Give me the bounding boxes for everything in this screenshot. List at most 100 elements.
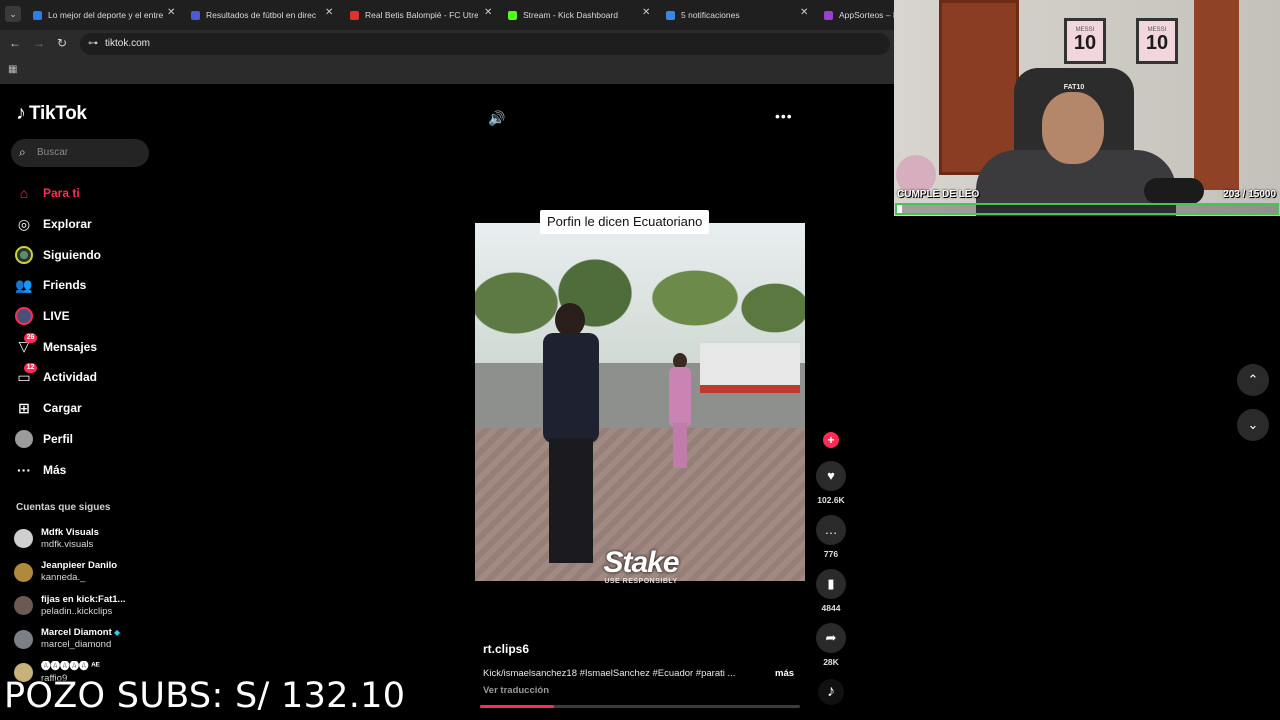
bookmarks-bar: ▦	[0, 58, 894, 84]
tab-title: Stream - Kick Dashboard	[523, 10, 618, 20]
sidebar-item-para-ti[interactable]: ⌂ Para ti	[14, 178, 154, 209]
sidebar-item-label: Actividad	[43, 370, 98, 385]
tab-title: Lo mejor del deporte y el entre	[48, 10, 163, 20]
activity-icon: ▭ 12	[14, 363, 37, 386]
account-name: Jeanpieer Danilo	[41, 560, 118, 572]
save-action: ▮ 4844	[815, 569, 847, 613]
video-truck	[700, 343, 800, 393]
messages-icon: ▽ 26	[14, 332, 37, 356]
search-input[interactable]: ⌕ Buscar	[11, 139, 149, 167]
following-section-title: Cuentas que sigues	[16, 502, 111, 513]
search-placeholder: Buscar	[37, 147, 69, 158]
follow-plus-button[interactable]: +	[823, 432, 839, 448]
sidebar-item-cargar[interactable]: ⊞ Cargar	[14, 393, 154, 424]
avatar	[14, 562, 33, 582]
video-description: Kick/ismaelsanchez18 #IsmaelSanchez #Ecu…	[483, 668, 736, 679]
browser-tab[interactable]: Resultados de fútbol en directo	[191, 4, 316, 26]
account-name: Mdfk Visuals	[41, 526, 99, 538]
more-link[interactable]: más	[775, 668, 794, 679]
pozo-subs-overlay: POZO SUBS: S/ 132.10	[4, 676, 406, 716]
webcam-door-right	[1194, 0, 1239, 190]
sidebar-item-actividad[interactable]: ▭ 12 Actividad	[14, 362, 154, 393]
following-account[interactable]: fijas en kick:Fat1... peladin..kickclips	[14, 589, 154, 623]
sidebar-item-más[interactable]: ··· Más	[14, 454, 154, 485]
browser-tab[interactable]: Lo mejor del deporte y el entre	[33, 4, 163, 26]
jersey-frame-right: MESSI 10	[1136, 18, 1178, 64]
forward-arrow-icon[interactable]: →	[33, 36, 45, 50]
tab-close-icon[interactable]: ✕	[325, 7, 333, 18]
bookmark-icon[interactable]: ▮	[816, 569, 846, 599]
compass-icon: ◎	[17, 215, 31, 232]
profile-avatar-icon	[14, 429, 34, 448]
sidebar-item-label: Para ti	[43, 186, 80, 201]
goal-label: CUMPLE DE LEO	[897, 189, 980, 200]
sound-disc-icon[interactable]: ♪	[818, 679, 844, 705]
goal-progress-bar	[895, 203, 1279, 215]
microphone	[1144, 178, 1204, 204]
comment-icon[interactable]: …	[816, 515, 846, 545]
apps-grid-icon[interactable]: ▦	[8, 64, 17, 75]
tiktok-logo[interactable]: ♪ TikTok	[16, 102, 87, 125]
share-action: ➦ 28K	[815, 623, 847, 667]
sidebar-item-perfil[interactable]: Perfil	[14, 424, 154, 455]
browser-tab[interactable]: Real Betis Balompié - FC Utrech	[350, 4, 478, 26]
notification-badge: 12	[24, 363, 37, 374]
sidebar-item-mensajes[interactable]: ▽ 26 Mensajes	[14, 331, 154, 362]
home-icon: ⌂	[19, 185, 29, 202]
tab-close-icon[interactable]: ✕	[167, 7, 175, 18]
sidebar-item-label: Cargar	[43, 401, 82, 416]
browser-tab[interactable]: 5 notificaciones	[666, 4, 794, 26]
sidebar-item-siguiendo[interactable]: Siguiendo	[14, 239, 154, 270]
address-bar-row: ← → ↻ ⊶ tiktok.com	[0, 30, 894, 58]
site-settings-icon[interactable]: ⊶	[88, 38, 98, 49]
video-player[interactable]	[475, 223, 805, 581]
more-options-icon[interactable]: •••	[775, 108, 793, 124]
screen: ⌄ Lo mejor del deporte y el entre ✕ Result…	[0, 0, 1280, 720]
stake-tagline: USE RESPONSIBLY	[604, 578, 678, 585]
browser-tab[interactable]: AppSorteos – Li	[824, 4, 894, 26]
video-girl	[665, 353, 695, 473]
account-username: kanneda._	[41, 572, 86, 584]
following-account[interactable]: Mdfk Visuals mdfk.visuals	[14, 522, 154, 556]
back-arrow-icon[interactable]: ←	[9, 36, 21, 50]
tab-favicon-icon	[824, 10, 833, 20]
translate-link[interactable]: Ver traducción	[483, 685, 549, 696]
browser-tab[interactable]: Stream - Kick Dashboard	[508, 4, 638, 26]
friends-icon: 👥	[15, 276, 33, 293]
avatar	[14, 629, 33, 649]
save-count: 4844	[821, 603, 841, 613]
previous-video-chevron-up-icon[interactable]: ⌃	[1237, 364, 1269, 396]
following-avatar-icon	[14, 245, 34, 264]
browser-chrome: ⌄ Lo mejor del deporte y el entre ✕ Result…	[0, 0, 894, 84]
following-account[interactable]: Jeanpieer Danilo kanneda._	[14, 556, 154, 590]
heart-icon[interactable]: ♥	[816, 461, 846, 491]
reload-icon[interactable]: ↻	[57, 36, 67, 50]
video-progress-bar[interactable]	[480, 705, 800, 708]
tab-search-chevron-icon[interactable]: ⌄	[5, 6, 21, 22]
avatar	[14, 596, 33, 616]
volume-icon[interactable]: 🔊	[488, 110, 505, 127]
tab-close-icon[interactable]: ✕	[642, 7, 650, 18]
sidebar-item-live[interactable]: LIVE	[14, 301, 154, 332]
next-video-chevron-down-icon[interactable]: ⌄	[1237, 409, 1269, 441]
sidebar-item-label: Mensajes	[43, 339, 98, 354]
tab-bar: ⌄ Lo mejor del deporte y el entre ✕ Result…	[0, 0, 894, 30]
jersey-frame-left: MESSI 10	[1064, 18, 1106, 64]
sidebar-item-explorar[interactable]: ◎ Explorar	[14, 209, 154, 240]
tab-close-icon[interactable]: ✕	[484, 7, 492, 18]
sidebar-nav: ⌂ Para ti ◎ Explorar Siguiendo 👥 Friends LIVE ▽ 2…	[14, 178, 154, 485]
sidebar-item-friends[interactable]: 👥 Friends	[14, 270, 154, 301]
address-bar[interactable]: ⊶ tiktok.com	[80, 33, 890, 55]
chair-label: FAT10	[1063, 84, 1085, 91]
tab-favicon-icon	[350, 10, 359, 20]
following-account[interactable]: Marcel Diamont ◆ marcel_diamond	[14, 623, 154, 657]
share-arrow-icon[interactable]: ➦	[816, 623, 846, 653]
video-author[interactable]: rt.clips6	[483, 642, 803, 656]
video-man	[535, 303, 605, 573]
video-progress-fill	[480, 705, 554, 708]
tiktok-wordmark: TikTok	[29, 102, 87, 124]
tab-title: Real Betis Balompié - FC Utrech	[365, 10, 478, 20]
sidebar-item-label: Más	[43, 462, 67, 477]
tab-close-icon[interactable]: ✕	[800, 7, 808, 18]
sidebar-item-label: Siguiendo	[43, 247, 101, 262]
